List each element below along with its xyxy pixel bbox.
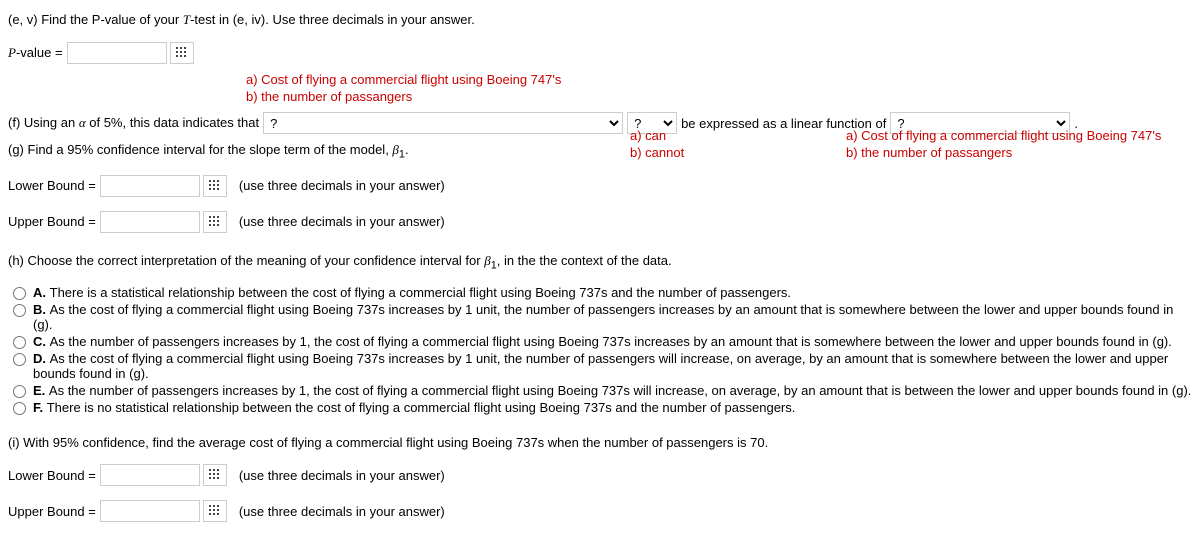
grid-icon[interactable] — [203, 500, 227, 522]
g-upper-label: Upper Bound = — [8, 214, 96, 229]
question-e-v: (e, v) Find the P-value of your T-test i… — [8, 12, 1192, 64]
g-lower-label: Lower Bound = — [8, 178, 96, 193]
h-option-row: F. There is no statistical relationship … — [8, 400, 1192, 415]
i-prompt: (i) With 95% confidence, find the averag… — [8, 435, 768, 450]
h-prompt: (h) Choose the correct interpretation of… — [8, 253, 672, 272]
f-annot3-b: b) the number of passangers — [846, 145, 1161, 162]
h-option-row: C. As the number of passengers increases… — [8, 334, 1192, 349]
question-h: (h) Choose the correct interpretation of… — [8, 253, 1192, 416]
h-option-radio[interactable] — [13, 304, 26, 317]
f-select-1[interactable]: ? — [263, 112, 623, 134]
h-option-label: A. There is a statistical relationship b… — [33, 285, 791, 300]
g-prompt: (g) Find a 95% confidence interval for t… — [8, 142, 409, 161]
i-lower-hint: (use three decimals in your answer) — [239, 468, 445, 483]
h-option-label: E. As the number of passengers increases… — [33, 383, 1191, 398]
h-option-row: E. As the number of passengers increases… — [8, 383, 1192, 398]
g-upper-input[interactable] — [100, 211, 200, 233]
i-lower-input[interactable] — [100, 464, 200, 486]
f-annot1-b: b) the number of passangers — [246, 89, 561, 106]
f-annot3-a: a) Cost of flying a commercial flight us… — [846, 128, 1161, 145]
i-lower-label: Lower Bound = — [8, 468, 96, 483]
h-option-row: A. There is a statistical relationship b… — [8, 285, 1192, 300]
h-option-radio[interactable] — [13, 353, 26, 366]
f-text: (f) Using an α of 5%, this data indicate… — [8, 115, 259, 131]
h-option-radio[interactable] — [13, 402, 26, 415]
grid-icon[interactable] — [203, 211, 227, 233]
grid-icon[interactable] — [170, 42, 194, 64]
question-f: a) Cost of flying a commercial flight us… — [8, 72, 1192, 134]
g-upper-hint: (use three decimals in your answer) — [239, 214, 445, 229]
i-upper-input[interactable] — [100, 500, 200, 522]
g-lower-input[interactable] — [100, 175, 200, 197]
grid-icon[interactable] — [203, 175, 227, 197]
h-option-row: D. As the cost of flying a commercial fl… — [8, 351, 1192, 381]
h-option-label: C. As the number of passengers increases… — [33, 334, 1172, 349]
h-option-label: F. There is no statistical relationship … — [33, 400, 795, 415]
h-option-radio[interactable] — [13, 336, 26, 349]
grid-icon[interactable] — [203, 464, 227, 486]
f-annot2-a: a) can — [630, 128, 684, 145]
h-option-row: B. As the cost of flying a commercial fl… — [8, 302, 1192, 332]
f-annot2-b: b) cannot — [630, 145, 684, 162]
h-option-label: B. As the cost of flying a commercial fl… — [33, 302, 1192, 332]
pvalue-label: P-value = — [8, 45, 63, 61]
ev-prompt: (e, v) Find the P-value of your T-test i… — [8, 12, 475, 28]
h-option-radio[interactable] — [13, 287, 26, 300]
g-lower-hint: (use three decimals in your answer) — [239, 178, 445, 193]
f-annot1-a: a) Cost of flying a commercial flight us… — [246, 72, 561, 89]
i-upper-label: Upper Bound = — [8, 504, 96, 519]
h-option-radio[interactable] — [13, 385, 26, 398]
i-upper-hint: (use three decimals in your answer) — [239, 504, 445, 519]
pvalue-input[interactable] — [67, 42, 167, 64]
h-option-label: D. As the cost of flying a commercial fl… — [33, 351, 1192, 381]
question-i: (i) With 95% confidence, find the averag… — [8, 435, 1192, 522]
